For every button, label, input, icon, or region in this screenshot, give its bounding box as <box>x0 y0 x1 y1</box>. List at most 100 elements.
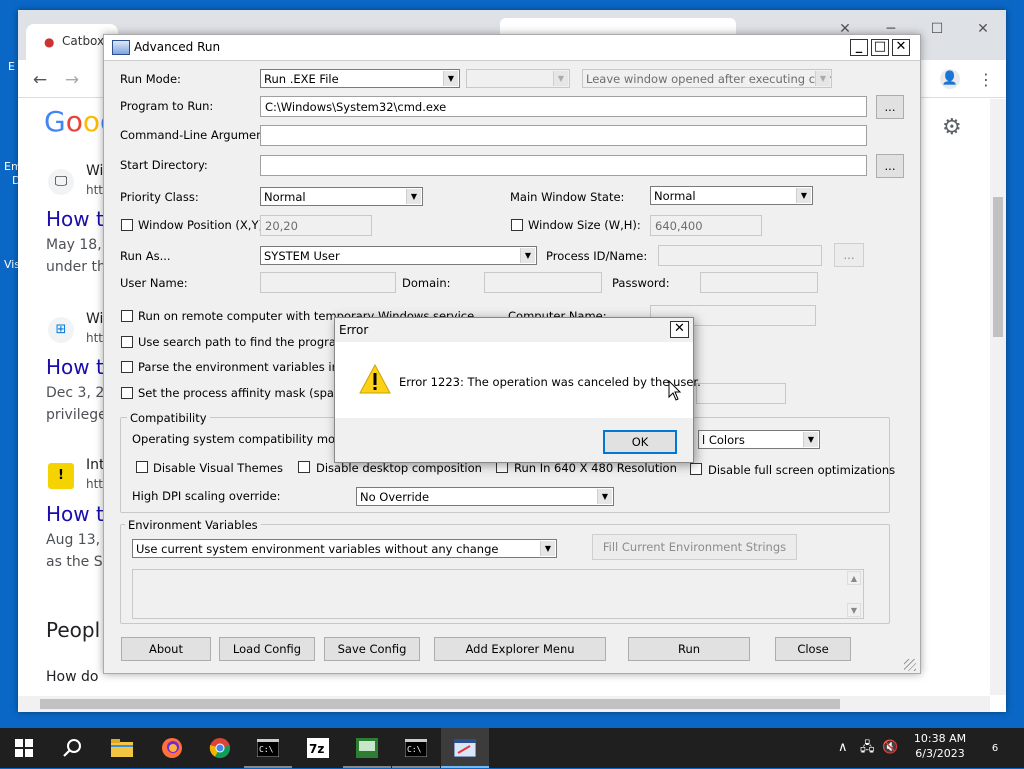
about-button[interactable]: About <box>121 637 211 661</box>
dpi-override-label: High DPI scaling override: <box>132 489 281 503</box>
user-name-input[interactable] <box>260 272 396 293</box>
add-explorer-menu-button[interactable]: Add Explorer Menu <box>434 637 606 661</box>
disable-composition-checkbox[interactable] <box>298 461 310 473</box>
error-dialog-titlebar[interactable]: Error ✕ <box>335 318 693 342</box>
password-input[interactable] <box>700 272 818 293</box>
svg-text:C:\: C:\ <box>407 745 422 754</box>
scroll-thumb[interactable] <box>993 197 1003 337</box>
disable-themes-checkbox[interactable] <box>136 461 148 473</box>
result-site: Wi <box>86 163 104 179</box>
chevron-down-icon: ▼ <box>443 71 458 86</box>
advanced-run-app-icon <box>112 40 130 55</box>
start-dir-browse-button[interactable]: ... <box>876 154 904 178</box>
start-dir-label: Start Directory: <box>120 158 208 172</box>
chevron-down-icon: ▼ <box>815 71 830 86</box>
scroll-thumb[interactable] <box>40 699 840 709</box>
main-window-state-select[interactable]: Normal ▼ <box>650 186 813 205</box>
svg-text:C:\: C:\ <box>259 745 274 754</box>
start-windows-icon[interactable] <box>0 728 48 768</box>
people-also-ask-question[interactable]: How do <box>46 669 98 685</box>
disable-fullscreen-checkbox[interactable] <box>690 463 702 475</box>
firefox-icon[interactable] <box>148 728 196 768</box>
close-button[interactable]: Close <box>775 637 851 661</box>
settings-gear-icon[interactable]: ⚙ <box>942 115 962 140</box>
ok-button[interactable]: OK <box>603 430 677 454</box>
terminal-icon[interactable]: C:\ <box>392 728 440 768</box>
search-path-checkbox[interactable] <box>121 336 133 348</box>
affinity-checkbox[interactable] <box>121 387 133 399</box>
window-size-checkbox[interactable] <box>511 219 523 231</box>
chevron-down-icon: ▼ <box>553 71 568 86</box>
network-icon[interactable]: 🖧 <box>860 728 875 768</box>
domain-label: Domain: <box>402 276 451 290</box>
priority-label: Priority Class: <box>120 190 199 204</box>
window-position-input[interactable]: 20,20 <box>260 215 372 236</box>
window-size-input[interactable]: 640,400 <box>650 215 762 236</box>
maximize-icon[interactable]: □ <box>871 39 889 56</box>
fill-env-strings-button[interactable]: Fill Current Environment Strings <box>592 534 797 560</box>
process-browse-button[interactable]: ... <box>834 243 864 267</box>
clock[interactable]: 10:38 AM 6/3/2023 <box>910 728 970 768</box>
run-mode-select[interactable]: Run .EXE File ▼ <box>260 69 460 88</box>
close-icon[interactable]: ✕ <box>670 321 689 338</box>
chrome-icon[interactable] <box>196 728 244 768</box>
desktop-icon-label[interactable]: E <box>8 60 15 73</box>
run-as-value: SYSTEM User <box>264 249 340 263</box>
priority-select[interactable]: Normal ▼ <box>260 187 423 206</box>
close-icon[interactable]: ✕ <box>960 16 1006 42</box>
menu-dots-icon[interactable]: ⋮ <box>974 68 998 92</box>
tray-chevron-icon[interactable]: ∧ <box>838 728 848 768</box>
program-input[interactable]: C:\Windows\System32\cmd.exe <box>260 96 867 117</box>
seven-zip-icon[interactable]: 7z <box>294 728 342 768</box>
minimize-icon[interactable]: _ <box>850 39 868 56</box>
volume-muted-icon[interactable]: 🔇 <box>882 728 898 768</box>
profile-avatar-icon[interactable]: 👤 <box>940 69 960 89</box>
window-title: Advanced Run <box>134 40 221 54</box>
mouse-cursor-icon <box>668 380 682 401</box>
browser-horizontal-scrollbar[interactable] <box>18 696 990 712</box>
start-dir-input[interactable] <box>260 155 867 176</box>
chevron-down-icon: ▼ <box>406 189 421 204</box>
search-icon[interactable] <box>48 728 96 768</box>
save-config-button[interactable]: Save Config <box>324 637 420 661</box>
terminal-icon[interactable]: C:\ <box>244 728 292 768</box>
program-browse-button[interactable]: ... <box>876 95 904 119</box>
result-url: htt <box>86 183 104 197</box>
scroll-up-icon[interactable]: ▲ <box>847 571 861 585</box>
process-input[interactable] <box>658 245 822 266</box>
notification-center-icon[interactable]: 6 <box>984 728 1006 768</box>
domain-input[interactable] <box>484 272 602 293</box>
os-compat-colors-select[interactable]: l Colors ▼ <box>698 430 820 449</box>
forward-icon[interactable]: → <box>60 68 84 92</box>
svg-text:7z: 7z <box>309 742 324 756</box>
browser-vertical-scrollbar[interactable] <box>990 99 1006 695</box>
tab-title: Catbox <box>62 34 105 48</box>
user-name-label: User Name: <box>120 276 188 290</box>
advanced-run-titlebar[interactable]: Advanced Run _ □ ✕ <box>104 35 920 61</box>
result-url: htt <box>86 477 104 491</box>
close-icon[interactable]: ✕ <box>892 39 910 56</box>
load-config-button[interactable]: Load Config <box>219 637 315 661</box>
password-label: Password: <box>612 276 670 290</box>
parse-env-checkbox[interactable] <box>121 361 133 373</box>
dpi-override-select[interactable]: No Override ▼ <box>356 487 614 506</box>
remote-computer-checkbox[interactable] <box>121 310 133 322</box>
affinity-input[interactable] <box>696 383 786 404</box>
network-tool-icon[interactable] <box>343 728 391 768</box>
resize-grip-icon[interactable] <box>904 659 916 671</box>
disable-fullscreen-label: Disable full screen optimizations <box>708 463 896 477</box>
advanced-run-taskbar-icon[interactable] <box>441 728 489 768</box>
clock-time: 10:38 AM <box>913 732 967 745</box>
args-input[interactable] <box>260 125 867 146</box>
colors-value: l Colors <box>702 433 745 447</box>
back-icon[interactable]: ← <box>28 68 52 92</box>
file-explorer-icon[interactable] <box>98 728 146 768</box>
run-as-select[interactable]: SYSTEM User ▼ <box>260 246 537 265</box>
priority-value: Normal <box>264 190 306 204</box>
env-strings-textarea[interactable]: ▲ ▼ <box>132 569 864 619</box>
run-button[interactable]: Run <box>628 637 750 661</box>
env-mode-select[interactable]: Use current system environment variables… <box>132 539 557 558</box>
scroll-down-icon[interactable]: ▼ <box>847 603 861 617</box>
window-position-checkbox[interactable] <box>121 219 133 231</box>
error-dialog: Error ✕ Error 1223: The operation was ca… <box>334 317 701 463</box>
